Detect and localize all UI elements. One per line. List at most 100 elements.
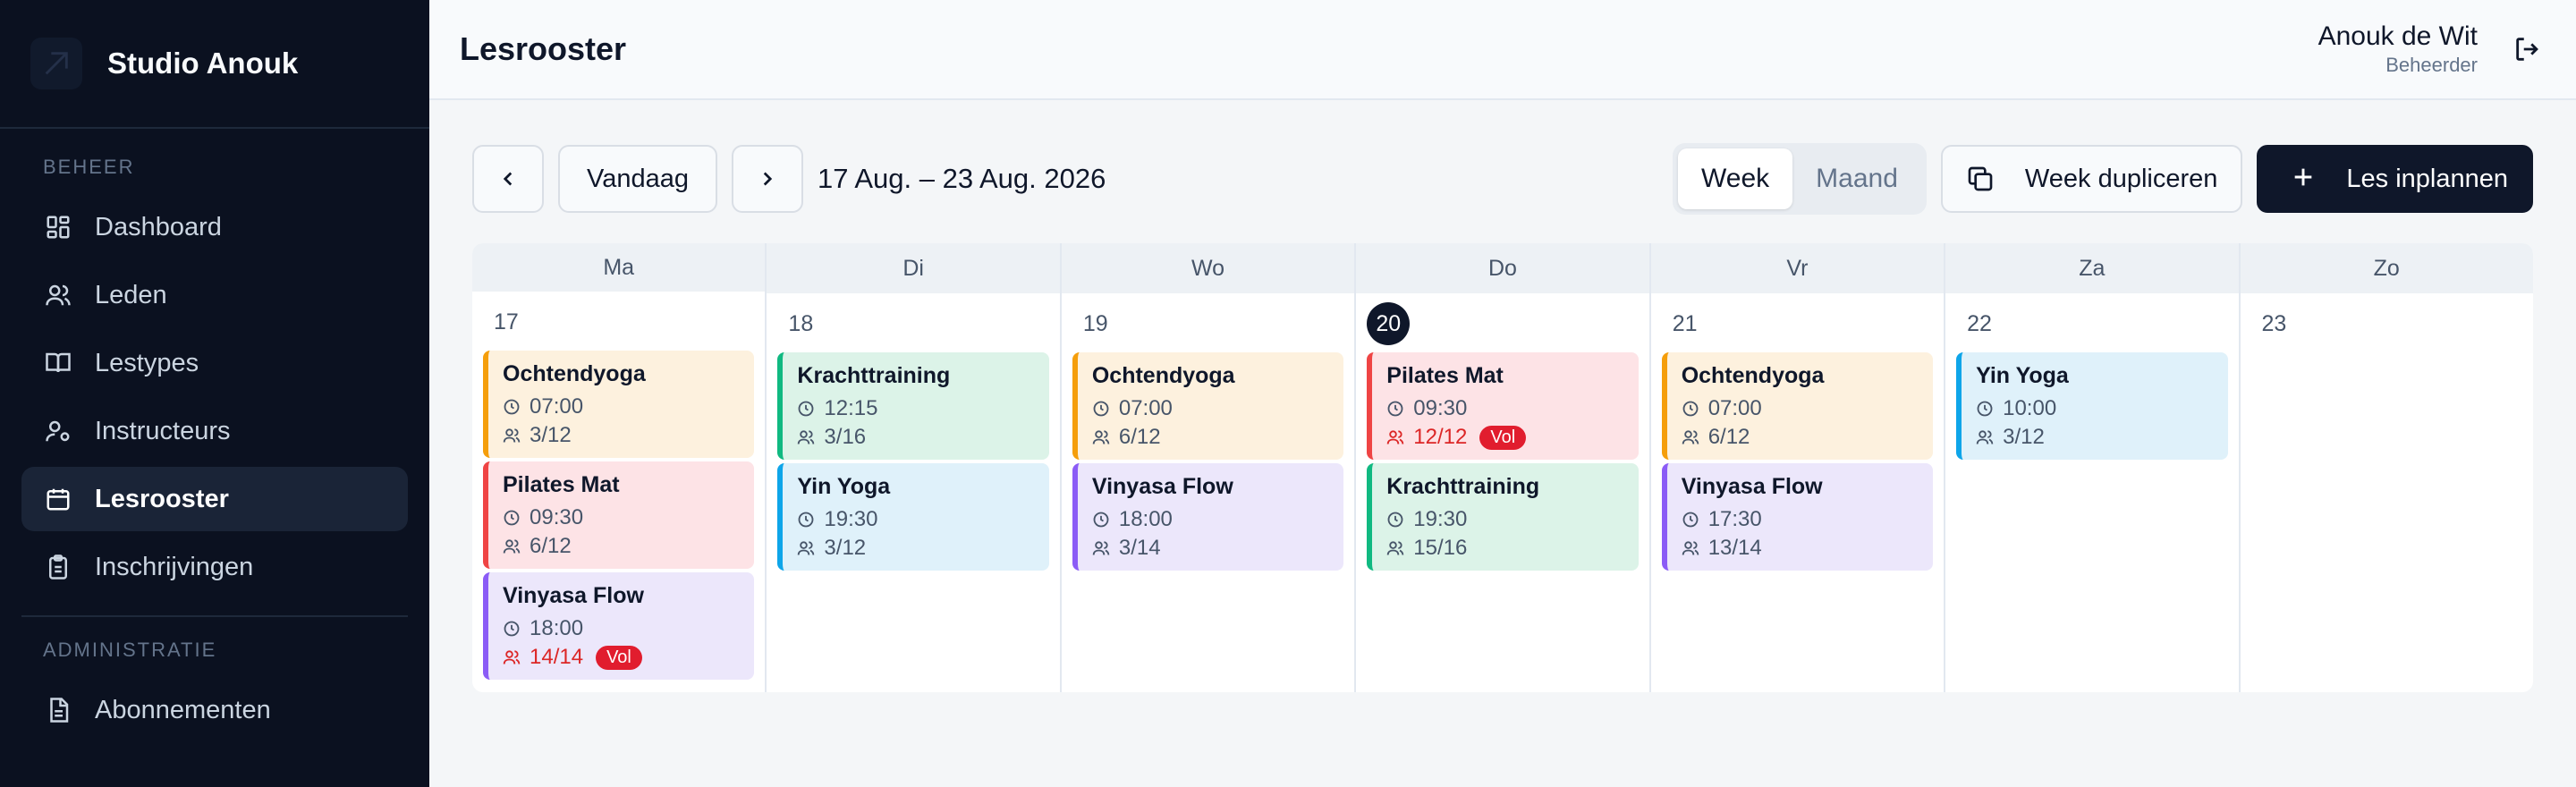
event-capacity: 3/14	[1118, 536, 1161, 560]
prev-week-button[interactable]	[472, 145, 544, 213]
class-event[interactable]: Krachttraining 19:30 15/16	[1367, 463, 1639, 571]
section-label-beheer: BEHEER	[43, 156, 135, 178]
day-header: Zo	[2240, 243, 2533, 293]
sidebar-item-instructeurs[interactable]: Instructeurs	[21, 399, 408, 463]
class-event[interactable]: Vinyasa Flow 18:00 14/14 Vol	[483, 572, 755, 680]
day-cell[interactable]: 21 Ochtendyoga 07:00 6/12 Vinyasa Flow 17:30 1…	[1651, 293, 1944, 692]
day-header: Wo	[1061, 243, 1355, 293]
event-title: Yin Yoga	[797, 474, 891, 499]
user-info[interactable]: Anouk de Wit Beheerder	[2318, 21, 2478, 77]
event-capacity-row: 13/14	[1682, 534, 1920, 563]
copy-icon	[1966, 165, 1995, 193]
week-calendar: Ma 17 Ochtendyoga 07:00 3/12 Pilates Mat 09:30…	[472, 243, 2533, 692]
day-cell[interactable]: 19 Ochtendyoga 07:00 6/12 Vinyasa Flow 18:00 3…	[1062, 293, 1354, 692]
users-icon	[503, 427, 530, 444]
add-class-button[interactable]: Les inplannen	[2257, 145, 2533, 213]
users-icon	[1682, 428, 1708, 446]
view-month-button[interactable]: Maand	[1792, 148, 1921, 209]
day-header: Di	[767, 243, 1060, 293]
day-header: Do	[1356, 243, 1649, 293]
sidebar-item-abonnementen[interactable]: Abonnementen	[21, 678, 408, 742]
event-title: Krachttraining	[797, 363, 951, 388]
event-capacity: 3/12	[2003, 425, 2045, 449]
event-capacity: 3/16	[824, 425, 867, 449]
event-time-row: 19:30	[1386, 505, 1625, 534]
event-time: 09:30	[530, 505, 584, 529]
event-time: 19:30	[824, 507, 878, 531]
sidebar-item-label: Lestypes	[95, 348, 199, 377]
instructor-icon	[43, 416, 73, 446]
class-event[interactable]: Ochtendyoga 07:00 6/12	[1072, 352, 1344, 460]
sidebar-item-inschrijvingen[interactable]: Inschrijvingen	[21, 535, 408, 599]
today-date-number: 20	[1367, 302, 1638, 345]
event-time-row: 17:30	[1682, 505, 1920, 534]
event-time-row: 07:00	[1092, 394, 1331, 423]
event-capacity-row: 6/12	[503, 532, 741, 561]
sidebar-item-dashboard[interactable]: Dashboard	[21, 195, 408, 259]
event-capacity: 6/12	[530, 534, 572, 558]
view-week-button[interactable]: Week	[1678, 148, 1793, 209]
class-event[interactable]: Pilates Mat 09:30 12/12 Vol	[1367, 352, 1639, 460]
view-toggle: Week Maand	[1673, 143, 1927, 215]
chevron-right-icon	[763, 172, 773, 186]
class-event[interactable]: Ochtendyoga 07:00 6/12	[1661, 352, 1934, 460]
class-event[interactable]: Krachttraining 12:15 3/16	[777, 352, 1049, 460]
clock-icon	[1386, 511, 1413, 529]
event-capacity-row: 3/12	[503, 421, 741, 450]
calendar-icon	[43, 484, 73, 514]
class-event[interactable]: Pilates Mat 09:30 6/12	[483, 461, 755, 569]
clock-icon	[503, 509, 530, 527]
class-event[interactable]: Ochtendyoga 07:00 3/12	[483, 351, 755, 458]
sidebar-item-label: Dashboard	[95, 212, 222, 241]
clock-icon	[797, 400, 824, 418]
clock-icon	[1092, 511, 1119, 529]
full-badge: Vol	[596, 645, 642, 670]
today-button[interactable]: Vandaag	[558, 145, 717, 213]
day-cell[interactable]: 17 Ochtendyoga 07:00 3/12 Pilates Mat 09:30 6/…	[472, 292, 765, 692]
event-time-row: 19:30	[797, 505, 1036, 534]
sidebar-item-leden[interactable]: Leden	[21, 263, 408, 327]
event-time: 19:30	[1413, 507, 1468, 531]
event-capacity: 6/12	[1707, 425, 1750, 449]
sidebar-divider	[21, 615, 408, 617]
clock-icon	[1976, 400, 2003, 418]
event-title: Ochtendyoga	[503, 361, 646, 386]
logout-icon[interactable]	[2510, 31, 2546, 67]
sidebar-item-lesrooster[interactable]: Lesrooster	[21, 467, 408, 531]
event-capacity: 14/14	[530, 645, 584, 669]
class-event[interactable]: Vinyasa Flow 18:00 3/14	[1072, 463, 1344, 571]
user-name: Anouk de Wit	[2318, 21, 2478, 51]
event-capacity-row: 14/14 Vol	[503, 643, 741, 672]
class-event[interactable]: Vinyasa Flow 17:30 13/14	[1661, 463, 1934, 571]
logo-icon	[30, 38, 82, 89]
sidebar-item-lestypes[interactable]: Lestypes	[21, 331, 408, 395]
day-cell[interactable]: 20 Pilates Mat 09:30 12/12 Vol Krachttraining…	[1356, 293, 1648, 692]
sidebar-item-label: Lesrooster	[95, 484, 229, 513]
event-capacity-row: 3/12	[797, 534, 1036, 563]
top-bar: Lesrooster Anouk de Wit Beheerder	[429, 0, 2576, 100]
day-column: Vr 21 Ochtendyoga 07:00 6/12 Vinyasa Flow 17:3…	[1650, 243, 1946, 692]
day-cell[interactable]: 18 Krachttraining 12:15 3/16 Yin Yoga 19:30 3/…	[767, 293, 1059, 692]
dashboard-icon	[43, 212, 73, 242]
class-event[interactable]: Yin Yoga 19:30 3/12	[777, 463, 1049, 571]
date-number: 22	[1956, 302, 2227, 345]
sidebar-item-label: Instructeurs	[95, 416, 231, 445]
user-role: Beheerder	[2385, 54, 2478, 76]
next-week-button[interactable]	[731, 145, 803, 213]
brand[interactable]: Studio Anouk	[0, 0, 429, 129]
users-icon	[797, 428, 824, 446]
day-column: Zo 23	[2240, 243, 2533, 692]
duplicate-week-label: Week dupliceren	[2024, 164, 2218, 193]
sidebar-item-label: Abonnementen	[95, 695, 271, 724]
clipboard-icon	[43, 552, 73, 582]
event-time: 18:00	[530, 616, 584, 640]
class-event[interactable]: Yin Yoga 10:00 3/12	[1956, 352, 2228, 460]
users-icon	[1092, 428, 1119, 446]
day-cell[interactable]: 23	[2241, 293, 2533, 692]
event-capacity: 6/12	[1118, 425, 1161, 449]
users-icon	[503, 648, 530, 666]
date-number-text: 17	[494, 309, 519, 334]
document-icon	[43, 695, 73, 725]
duplicate-week-button[interactable]: Week dupliceren	[1940, 145, 2243, 213]
day-cell[interactable]: 22 Yin Yoga 10:00 3/12	[1945, 293, 2238, 692]
